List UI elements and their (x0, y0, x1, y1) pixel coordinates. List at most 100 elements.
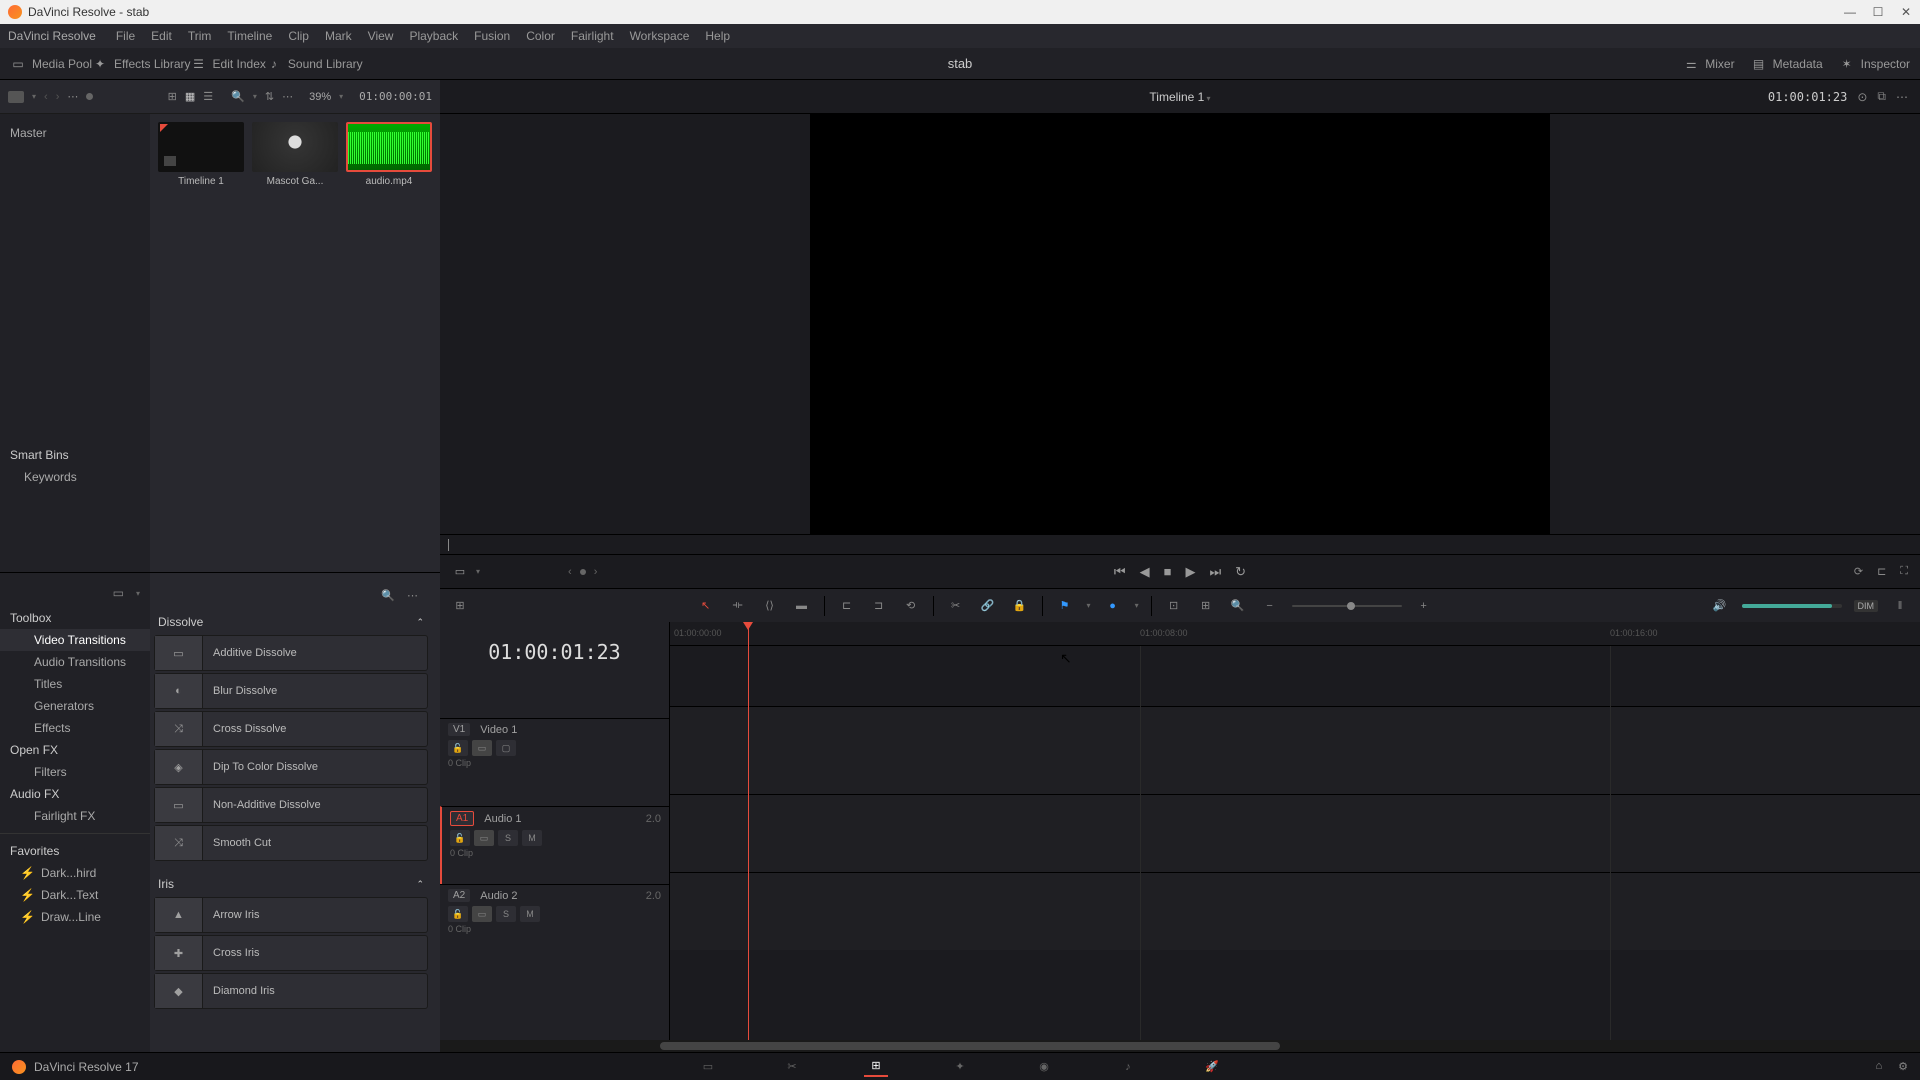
menu-edit[interactable]: Edit (143, 29, 180, 43)
zoom-value[interactable]: 39% (309, 91, 331, 103)
lock-icon[interactable]: 🔓 (450, 830, 470, 846)
next-edit-icon[interactable]: › (594, 566, 598, 578)
fx-cat-filters[interactable]: Filters (0, 761, 150, 783)
timeline-tracks[interactable]: 01:00:00:00 01:00:08:00 01:00:16:00 ↖ (670, 622, 1920, 1040)
track-header-a2[interactable]: A2 Audio 2 2.0 🔓 ▭ S M 0 Clip (440, 884, 669, 962)
fx-cat-openfx[interactable]: Open FX (0, 739, 150, 761)
collapse-icon[interactable]: ⌃ (416, 879, 424, 890)
custom-zoom-icon[interactable]: 🔍 (1228, 596, 1248, 616)
auto-select-icon[interactable]: ▭ (472, 906, 492, 922)
settings-icon[interactable]: ⚙ (1898, 1060, 1908, 1073)
solo-button[interactable]: S (498, 830, 518, 846)
lock-icon[interactable]: 🔓 (448, 906, 468, 922)
chevron-down-icon[interactable]: ▾ (136, 589, 140, 598)
zoom-slider[interactable] (1292, 605, 1402, 607)
track-index[interactable]: A1 (450, 811, 474, 826)
fx-smooth-cut[interactable]: ⤨Smooth Cut (154, 825, 428, 861)
menu-timeline[interactable]: Timeline (219, 29, 280, 43)
trim-tool-icon[interactable]: ⟛ (728, 596, 748, 616)
page-color[interactable]: ◉ (1032, 1057, 1056, 1077)
fx-diamond-iris[interactable]: ◆Diamond Iris (154, 973, 428, 1009)
search-icon[interactable]: 🔍 (381, 589, 395, 602)
fullscreen-icon[interactable]: ⛶ (1900, 565, 1908, 578)
mute-button[interactable]: M (520, 906, 540, 922)
media-pool-tab[interactable]: ▭ Media Pool (10, 56, 92, 72)
menu-help[interactable]: Help (697, 29, 738, 43)
blade-tool-icon[interactable]: ▬ (792, 596, 812, 616)
fx-additive-dissolve[interactable]: ▭Additive Dissolve (154, 635, 428, 671)
fx-fav-item[interactable]: ⚡Dark...Text (0, 884, 150, 906)
menu-trim[interactable]: Trim (180, 29, 220, 43)
book-icon[interactable]: ▭ (113, 586, 124, 600)
link-icon[interactable]: 🔗 (978, 596, 998, 616)
menu-fusion[interactable]: Fusion (466, 29, 518, 43)
fx-cat-audiofx[interactable]: Audio FX (0, 783, 150, 805)
fx-cat-generators[interactable]: Generators (0, 695, 150, 717)
fx-dip-dissolve[interactable]: ◈Dip To Color Dissolve (154, 749, 428, 785)
fx-fav-item[interactable]: ⚡Dark...hird (0, 862, 150, 884)
list-view-icon[interactable]: ☰ (203, 90, 213, 103)
lock-icon[interactable]: 🔒 (1010, 596, 1030, 616)
menu-clip[interactable]: Clip (280, 29, 317, 43)
auto-select-icon[interactable]: ▭ (472, 740, 492, 756)
chevron-down-icon[interactable]: ▾ (476, 567, 480, 576)
overwrite-clip-icon[interactable]: ⊐ (869, 596, 889, 616)
fx-cross-dissolve[interactable]: |⤨Cross Dissolve (154, 711, 428, 747)
nav-fwd-icon[interactable]: › (56, 91, 60, 103)
fx-cat-titles[interactable]: Titles (0, 673, 150, 695)
clips-area[interactable]: Timeline 1 Mascot Ga... audio.mp4 (150, 114, 440, 572)
maximize-button[interactable]: ☐ (1872, 6, 1884, 18)
home-icon[interactable]: ⌂ (1875, 1060, 1882, 1073)
crop-icon[interactable]: ▭ (452, 564, 468, 580)
lock-icon[interactable]: 🔓 (448, 740, 468, 756)
clip-timeline[interactable]: Timeline 1 (158, 122, 244, 187)
collapse-icon[interactable]: ⌃ (416, 617, 424, 628)
marker-icon[interactable]: ● (1103, 596, 1123, 616)
razor-icon[interactable]: ✂ (946, 596, 966, 616)
fx-group-dissolve[interactable]: Dissolve ⌃ (154, 609, 428, 635)
metadata-tab[interactable]: ▤ Metadata (1751, 56, 1823, 72)
nav-back-icon[interactable]: ‹ (44, 91, 48, 103)
track-index[interactable]: A2 (448, 889, 470, 902)
minimize-button[interactable]: — (1844, 6, 1856, 18)
more-icon[interactable]: ⋯ (407, 589, 418, 602)
ellipsis-icon[interactable]: ⋯ (67, 90, 78, 103)
timecode-mode-icon[interactable]: ⊙ (1857, 90, 1867, 104)
sort-icon[interactable]: ⇅ (265, 90, 274, 103)
viewer[interactable] (440, 114, 1920, 534)
selection-tool-icon[interactable]: ↖ (696, 596, 716, 616)
disable-video-icon[interactable]: ▢ (496, 740, 516, 756)
page-deliver[interactable]: 🚀 (1200, 1057, 1224, 1077)
chevron-down-icon[interactable]: ▾ (253, 92, 257, 101)
close-button[interactable]: ✕ (1900, 6, 1912, 18)
track-lane-v1[interactable] (670, 706, 1920, 794)
fx-cat-audio-transitions[interactable]: Audio Transitions (0, 651, 150, 673)
fx-cross-iris[interactable]: ✚Cross Iris (154, 935, 428, 971)
mute-icon[interactable]: 🔊 (1710, 596, 1730, 616)
fx-favorites-header[interactable]: Favorites (0, 840, 150, 862)
grid-view-icon[interactable]: ▦ (185, 90, 195, 103)
menu-davinci[interactable]: DaVinci Resolve (8, 29, 108, 43)
fx-cat-video-transitions[interactable]: Video Transitions (0, 629, 150, 651)
bin-view-icon[interactable] (8, 91, 24, 103)
dim-button[interactable]: DIM (1854, 600, 1879, 612)
fx-nonadditive-dissolve[interactable]: ▭Non-Additive Dissolve (154, 787, 428, 823)
clip-video[interactable]: Mascot Ga... (252, 122, 338, 187)
thumb-view-icon[interactable]: ⊞ (168, 90, 177, 103)
solo-button[interactable]: S (496, 906, 516, 922)
menu-file[interactable]: File (108, 29, 143, 43)
track-lane-a1[interactable] (670, 794, 1920, 872)
meters-icon[interactable]: ‖ (1890, 596, 1910, 616)
step-back-icon[interactable]: ◀ (1140, 564, 1150, 580)
fx-fav-item[interactable]: ⚡Draw...Line (0, 906, 150, 928)
insert-clip-icon[interactable]: ⊏ (837, 596, 857, 616)
detail-zoom-icon[interactable]: ⊞ (1196, 596, 1216, 616)
zoom-fit-icon[interactable]: ⊡ (1164, 596, 1184, 616)
page-media[interactable]: ▭ (696, 1057, 720, 1077)
volume-slider[interactable] (1742, 604, 1842, 608)
edit-index-tab[interactable]: ☰ Edit Index (191, 56, 266, 72)
fx-group-iris[interactable]: Iris ⌃ (154, 871, 428, 897)
track-header-v1[interactable]: V1 Video 1 🔓 ▭ ▢ 0 Clip (440, 718, 669, 806)
flag-icon[interactable]: ⚑ (1055, 596, 1075, 616)
fx-cat-effects[interactable]: Effects (0, 717, 150, 739)
